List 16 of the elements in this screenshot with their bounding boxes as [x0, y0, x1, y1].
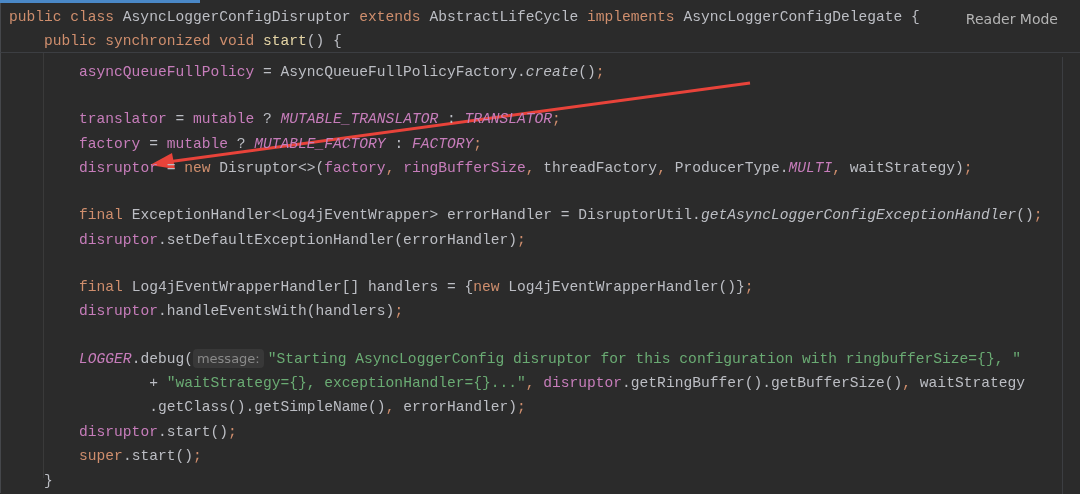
code-line: public class AsyncLoggerConfigDisruptor extends AbstractLifeCycle implements AsyncLoggerConfigDelegate {: [9, 8, 920, 27]
code-line: asyncQueueFullPolicy = AsyncQueueFullPolicyFactory.create();: [79, 63, 605, 82]
code-line: }: [44, 471, 53, 491]
code-line: final ExceptionHandler<Log4jEventWrapper> errorHandler = DisruptorUtil.getAsyncLoggerConfigExceptionHandler();: [79, 206, 1043, 226]
inlay-hint: message:: [192, 349, 264, 369]
code-line: LOGGER.debug(: [79, 349, 193, 369]
code-line: .getClass().getSimpleName(), errorHandler);: [149, 398, 526, 418]
code-line: "Starting AsyncLoggerConfig disruptor for this configuration with ringbufferSize={}, ": [267, 349, 1021, 369]
reader-mode-link[interactable]: Reader Mode: [965, 9, 1058, 30]
code-line: disruptor.setDefaultExceptionHandler(errorHandler);: [79, 230, 526, 250]
code-line: + "waitStrategy={}, exceptionHandler={}...", disruptor.getRingBuffer().getBufferSize(), waitStrategy: [149, 374, 1025, 393]
code-line: final Log4jEventWrapperHandler[] handlers = {new Log4jEventWrapperHandler()};: [79, 277, 754, 297]
code-line: disruptor.handleEventsWith(handlers);: [79, 302, 404, 322]
code-line: public synchronized void start() {: [44, 32, 342, 52]
code-line: super.start();: [79, 447, 202, 467]
code-line: disruptor.start();: [79, 422, 237, 442]
